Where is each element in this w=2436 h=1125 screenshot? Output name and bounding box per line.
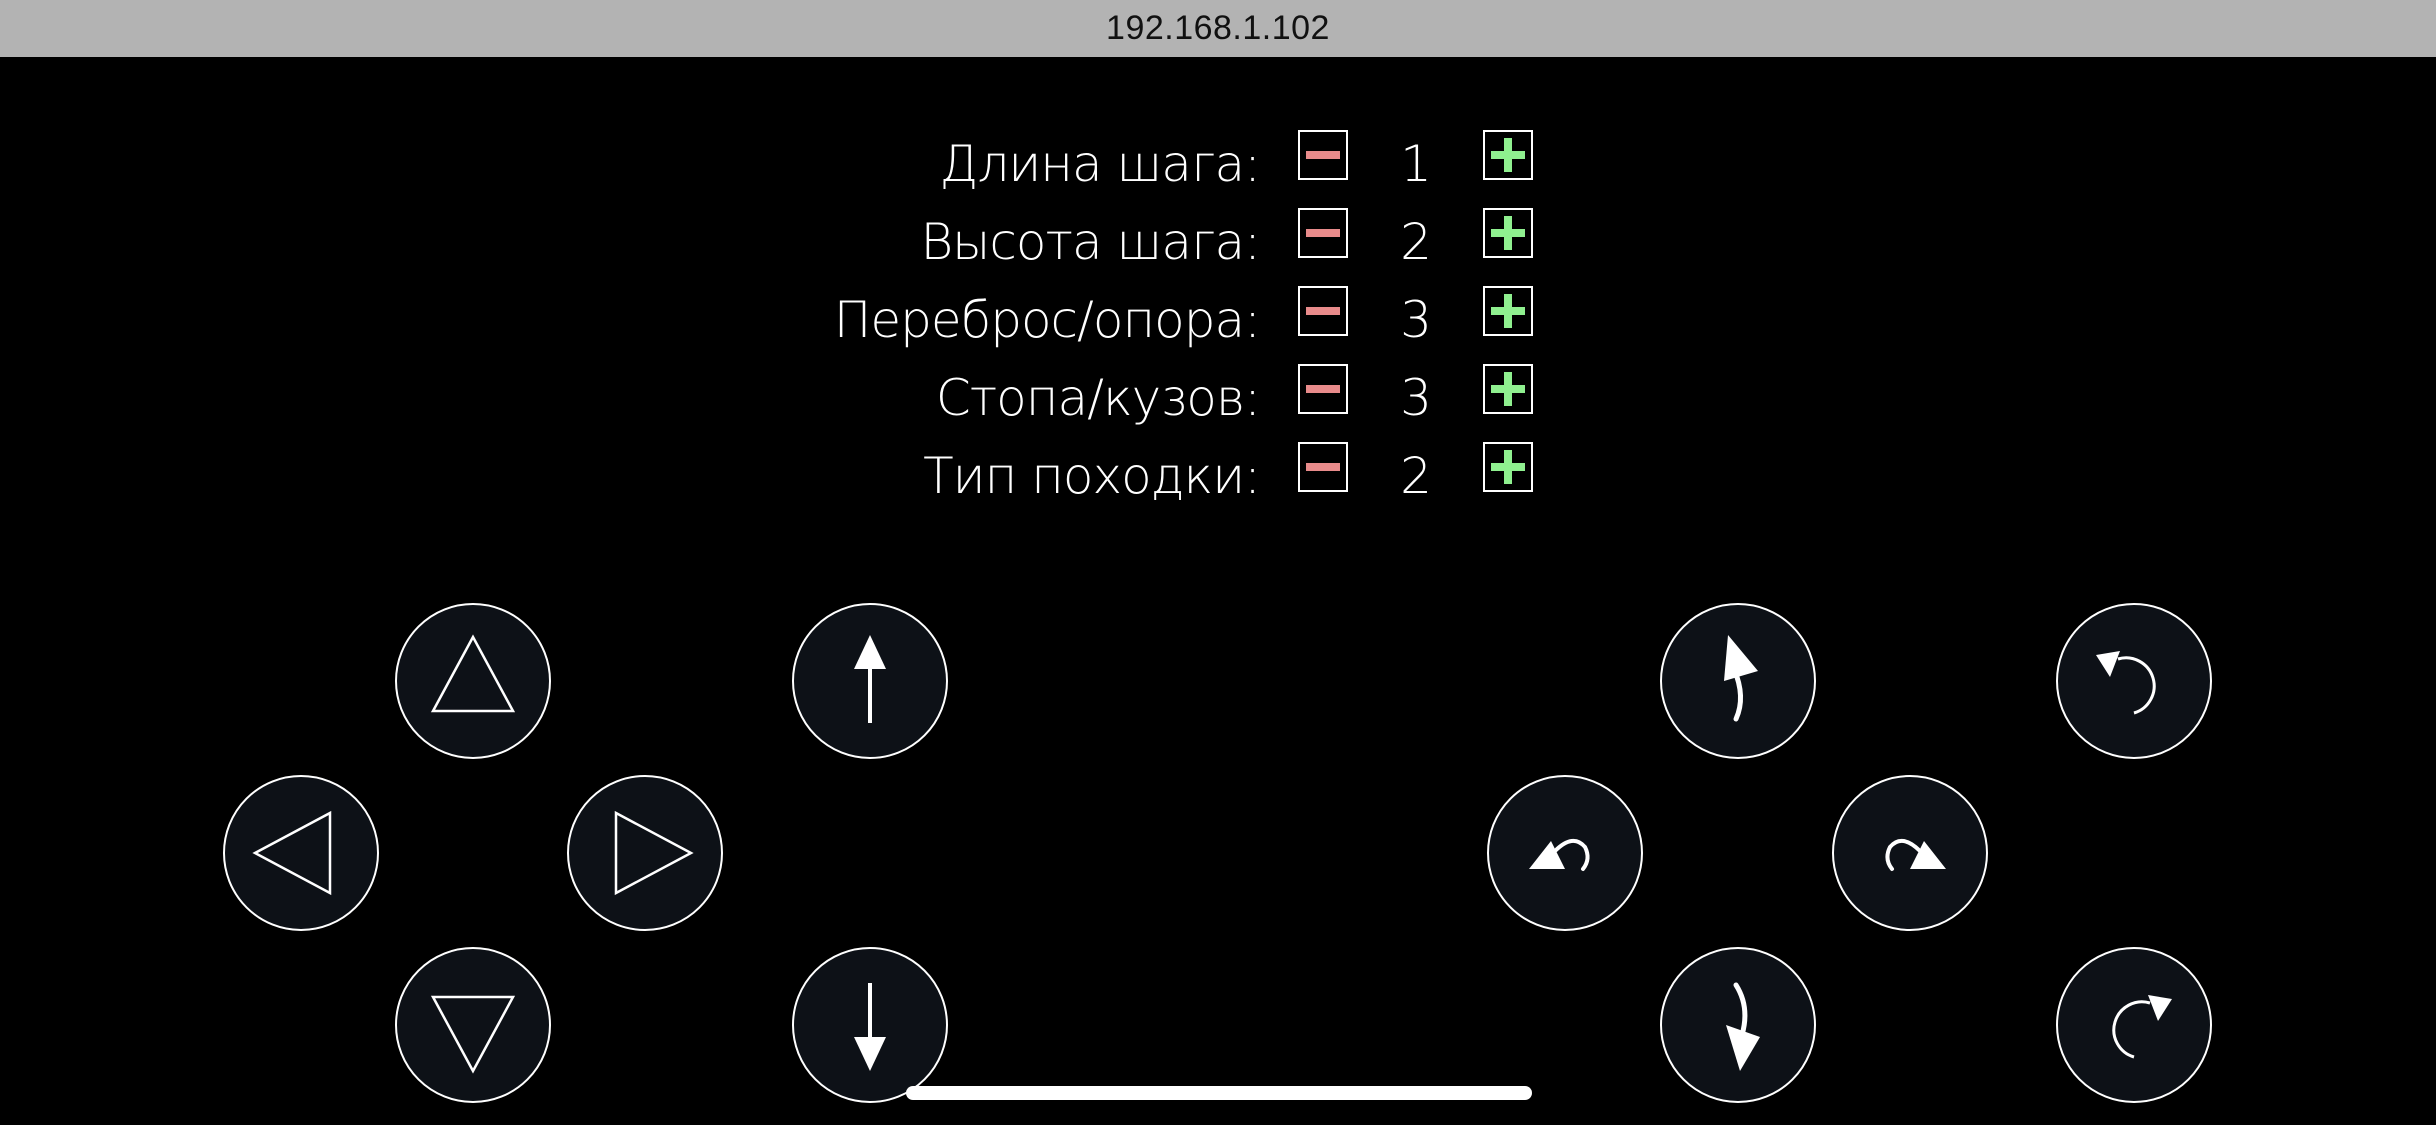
backward-button[interactable] (792, 947, 948, 1103)
decrease-foot-body-button[interactable] (1298, 364, 1348, 414)
minus-icon (1306, 385, 1340, 393)
turn-right-icon (1885, 839, 1946, 871)
rotate-cw-icon (2112, 995, 2172, 1059)
setting-value: 2 (1400, 213, 1432, 271)
move-down-button[interactable] (395, 947, 551, 1103)
triangle-right-icon (614, 810, 694, 896)
rotate-ccw-icon (2096, 651, 2156, 715)
setting-row-step-length: Длина шага: 1 (0, 120, 2436, 198)
triangle-left-icon (252, 810, 332, 896)
rotate-right-button[interactable] (2056, 947, 2212, 1103)
decrease-step-height-button[interactable] (1298, 208, 1348, 258)
rotate-left-button[interactable] (2056, 603, 2212, 759)
setting-label: Длина шага: (939, 135, 1261, 193)
setting-value: 2 (1400, 447, 1432, 505)
setting-row-step-height: Высота шага: 2 (0, 198, 2436, 276)
curve-back-icon (1726, 982, 1760, 1071)
setting-row-gait-type: Тип походки: 2 (0, 432, 2436, 510)
move-left-button[interactable] (223, 775, 379, 931)
turn-right-button[interactable] (1832, 775, 1988, 931)
turn-left-icon (1529, 839, 1590, 871)
decrease-gait-type-button[interactable] (1298, 442, 1348, 492)
triangle-up-icon (430, 634, 516, 713)
minus-icon (1306, 463, 1340, 471)
setting-label: Тип походки: (923, 447, 1261, 505)
setting-label: Переброс/опора: (833, 291, 1261, 349)
arrow-down-icon (854, 983, 886, 1071)
setting-row-swing-support: Переброс/опора: 3 (0, 276, 2436, 354)
minus-icon (1306, 229, 1340, 237)
setting-value: 1 (1400, 135, 1432, 193)
increase-step-height-button[interactable] (1483, 208, 1533, 258)
setting-label: Стопа/кузов: (935, 369, 1261, 427)
setting-value: 3 (1400, 291, 1432, 349)
url-text: 192.168.1.102 (1106, 9, 1330, 47)
decrease-swing-support-button[interactable] (1298, 286, 1348, 336)
move-up-button[interactable] (395, 603, 551, 759)
setting-row-foot-body: Стопа/кузов: 3 (0, 354, 2436, 432)
setting-value: 3 (1400, 369, 1432, 427)
setting-label: Высота шага: (920, 213, 1261, 271)
arrow-up-icon (854, 635, 886, 723)
home-indicator[interactable] (906, 1086, 1532, 1100)
increase-foot-body-button[interactable] (1483, 364, 1533, 414)
forward-button[interactable] (792, 603, 948, 759)
move-right-button[interactable] (567, 775, 723, 931)
decrease-step-length-button[interactable] (1298, 130, 1348, 180)
backward-turn-button[interactable] (1660, 947, 1816, 1103)
increase-swing-support-button[interactable] (1483, 286, 1533, 336)
increase-step-length-button[interactable] (1483, 130, 1533, 180)
curve-forward-right-icon (1724, 635, 1758, 722)
turn-left-button[interactable] (1487, 775, 1643, 931)
increase-gait-type-button[interactable] (1483, 442, 1533, 492)
minus-icon (1306, 307, 1340, 315)
minus-icon (1306, 151, 1340, 159)
triangle-down-icon (430, 995, 516, 1074)
forward-turn-button[interactable] (1660, 603, 1816, 759)
address-bar[interactable]: 192.168.1.102 (0, 0, 2436, 57)
